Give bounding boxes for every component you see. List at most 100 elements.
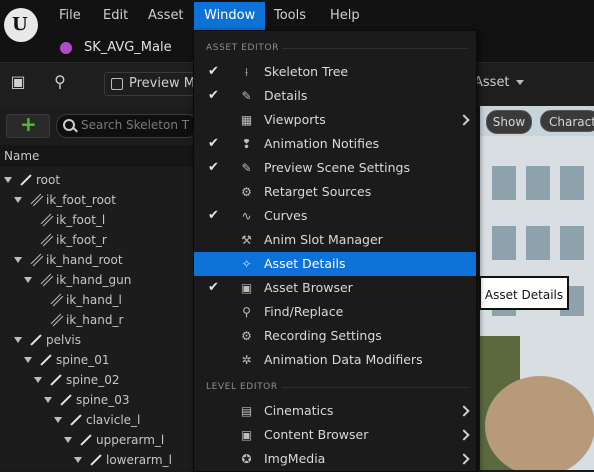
- tree-row[interactable]: lowerarm_l: [0, 450, 200, 470]
- menu-window[interactable]: Window: [194, 2, 266, 30]
- menu-item-animation-notifies[interactable]: ✔ ❢ Animation Notifies: [194, 132, 476, 156]
- expand-arrow-icon[interactable]: [14, 257, 22, 263]
- menu-item-curves[interactable]: ✔ ∿ Curves: [194, 204, 476, 228]
- tree-row[interactable]: root: [0, 170, 200, 190]
- retarget-icon: ⚙: [241, 185, 252, 199]
- tree-row[interactable]: clavicle_l: [0, 410, 200, 430]
- asset-tab[interactable]: SK_AVG_Male: [60, 36, 172, 60]
- asset-browser-icon: ▣: [240, 281, 253, 295]
- tree-row[interactable]: pelvis: [0, 330, 200, 350]
- menu-item-label: Recording Settings: [264, 328, 382, 343]
- menu-item-recording-settings[interactable]: ⚙ Recording Settings: [194, 324, 476, 348]
- unreal-logo-icon[interactable]: U: [4, 8, 38, 42]
- tree-row[interactable]: upperarm_l: [0, 430, 200, 450]
- asset-dropdown[interactable]: Asset: [474, 72, 524, 94]
- pencil-icon: ✎: [241, 161, 252, 175]
- bone-icon: [40, 234, 52, 246]
- menu-item-label: Retarget Sources: [264, 184, 372, 199]
- bone-label: ik_hand_root: [46, 253, 123, 267]
- menu-asset[interactable]: Asset: [138, 2, 194, 30]
- checkmark-icon: ✔: [208, 160, 219, 175]
- expand-arrow-icon[interactable]: [54, 417, 62, 423]
- tree-row[interactable]: ik_hand_r: [0, 310, 200, 330]
- bone-label: root: [36, 173, 61, 187]
- menu-item-details[interactable]: ✔ ✎ Details: [194, 84, 476, 108]
- chevron-right-icon: [458, 405, 470, 417]
- menu-edit[interactable]: Edit: [93, 2, 138, 30]
- search-icon: [63, 119, 75, 131]
- checkmark-icon: ✔: [208, 64, 219, 79]
- browse-asset-icon[interactable]: ⚲: [50, 72, 70, 92]
- menu-item-label: Anim Slot Manager: [264, 232, 383, 247]
- expand-arrow-icon[interactable]: [44, 397, 52, 403]
- menu-item-find-replace[interactable]: ⚲ Find/Replace: [194, 300, 476, 324]
- tree-row[interactable]: spine_02: [0, 370, 200, 390]
- menu-item-label: Viewports: [264, 112, 326, 127]
- asset-details-icon: ✧: [241, 257, 252, 271]
- menu-item-content-browser[interactable]: ▣ Content Browser: [194, 423, 476, 447]
- expand-arrow-icon[interactable]: [14, 337, 22, 343]
- menu-item-label: Asset Details: [264, 256, 346, 271]
- section-header: ASSET EDITOR: [206, 43, 279, 53]
- menu-item-cinematics[interactable]: ▤ Cinematics: [194, 399, 476, 423]
- tree-row[interactable]: ik_foot_root: [0, 190, 200, 210]
- bone-label: clavicle_l: [86, 413, 141, 427]
- section-divider: [282, 48, 468, 49]
- bone-label: ik_hand_l: [66, 293, 122, 307]
- menu-item-label: ImgMedia: [264, 451, 326, 466]
- menu-file[interactable]: File: [49, 2, 91, 30]
- menu-item-label: Animation Data Modifiers: [264, 352, 423, 367]
- expand-arrow-icon[interactable]: [4, 177, 12, 183]
- tree-row[interactable]: ik_foot_l: [0, 210, 200, 230]
- skeleton-tree-icon: ⟊: [244, 65, 249, 79]
- bone-icon: [40, 274, 52, 286]
- menu-item-label: Curves: [264, 208, 308, 223]
- show-button[interactable]: Show: [486, 110, 532, 134]
- menu-item-label: Asset Browser: [264, 280, 353, 295]
- menu-help[interactable]: Help: [320, 2, 370, 30]
- add-button[interactable]: +: [6, 112, 50, 138]
- character-button[interactable]: Charact: [540, 110, 594, 132]
- tree-row[interactable]: spine_03: [0, 390, 200, 410]
- menu-item-imgmedia[interactable]: ✪ ImgMedia: [194, 447, 476, 471]
- slot-manager-icon: ⚒: [241, 233, 252, 247]
- tree-row[interactable]: ik_hand_l: [0, 290, 200, 310]
- menu-item-label: Find/Replace: [264, 304, 344, 319]
- menu-item-skeleton-tree[interactable]: ✔ ⟊ Skeleton Tree: [194, 60, 476, 84]
- menu-item-anim-slot-manager[interactable]: ⚒ Anim Slot Manager: [194, 228, 476, 252]
- tree-row[interactable]: ik_hand_root: [0, 250, 200, 270]
- search-input[interactable]: [81, 117, 191, 133]
- bone-icon: [70, 414, 82, 426]
- menu-item-retarget-sources[interactable]: ⚙ Retarget Sources: [194, 180, 476, 204]
- save-icon[interactable]: ▣: [8, 72, 28, 92]
- tree-row[interactable]: ik_hand_gun: [0, 270, 200, 290]
- notify-icon: ❢: [241, 137, 252, 151]
- bone-icon: [30, 194, 42, 206]
- bone-icon: [40, 354, 52, 366]
- checkmark-icon: ✔: [208, 136, 219, 151]
- menu-item-preview-scene-settings[interactable]: ✔ ✎ Preview Scene Settings: [194, 156, 476, 180]
- menu-item-asset-details[interactable]: ✧ Asset Details: [194, 252, 476, 276]
- expand-arrow-icon[interactable]: [74, 457, 82, 463]
- column-header-name[interactable]: Name: [0, 145, 200, 167]
- search-box[interactable]: [56, 114, 198, 138]
- menu-tools[interactable]: Tools: [264, 2, 316, 30]
- menu-item-asset-browser[interactable]: ✔ ▣ Asset Browser: [194, 276, 476, 300]
- asset-tab-label: SK_AVG_Male: [84, 40, 172, 55]
- expand-arrow-icon[interactable]: [34, 377, 42, 383]
- expand-arrow-icon[interactable]: [24, 357, 32, 363]
- menu-item-label: Cinematics: [264, 403, 334, 418]
- menu-item-viewports[interactable]: ▦ Viewports: [194, 108, 476, 132]
- viewports-icon: ▦: [240, 113, 253, 127]
- bone-icon: [30, 254, 42, 266]
- checkmark-icon: ✔: [208, 88, 219, 103]
- menu-item-label: Animation Notifies: [264, 136, 380, 151]
- bone-label: lowerarm_l: [106, 453, 172, 467]
- expand-arrow-icon[interactable]: [64, 437, 72, 443]
- tree-row[interactable]: ik_foot_r: [0, 230, 200, 250]
- expand-arrow-icon[interactable]: [14, 197, 22, 203]
- bone-label: upperarm_l: [96, 433, 165, 447]
- menu-item-animation-data-modifiers[interactable]: ✲ Animation Data Modifiers: [194, 348, 476, 372]
- expand-arrow-icon[interactable]: [24, 277, 32, 283]
- tree-row[interactable]: spine_01: [0, 350, 200, 370]
